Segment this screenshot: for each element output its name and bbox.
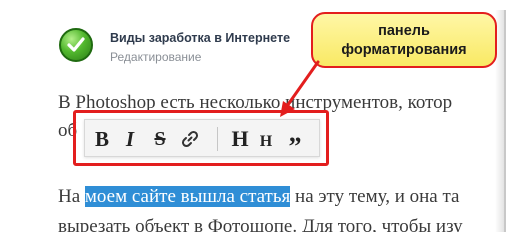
annotation-arrow (280, 60, 320, 117)
